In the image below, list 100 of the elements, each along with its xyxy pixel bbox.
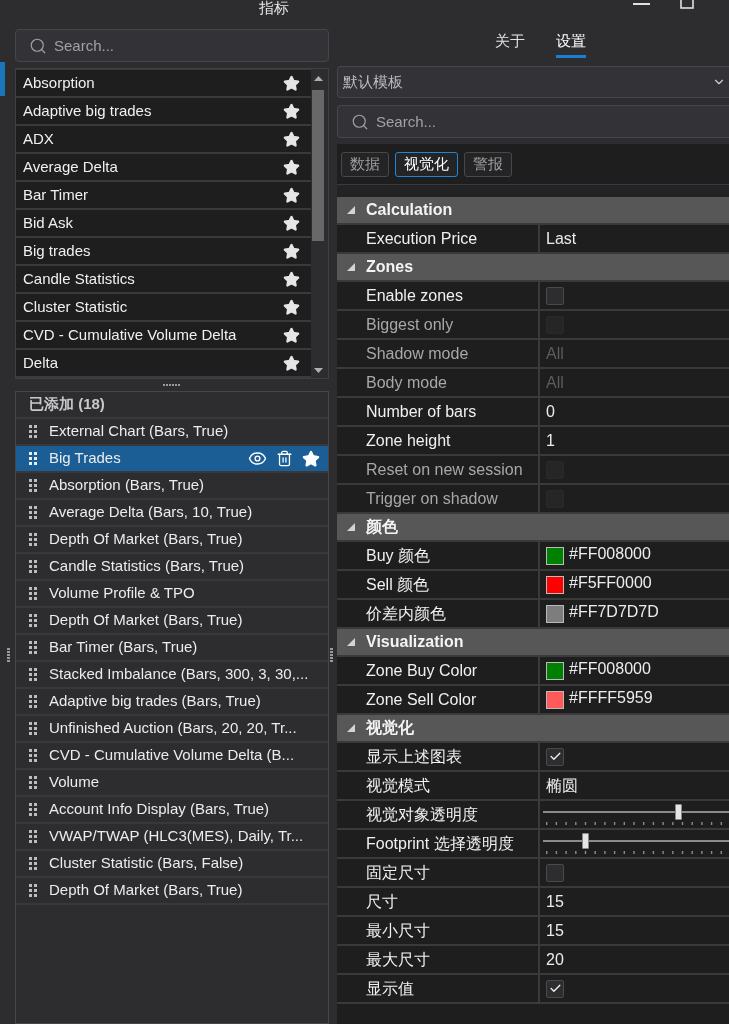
star-icon[interactable]	[283, 130, 300, 148]
category-header[interactable]: 视觉化	[337, 715, 729, 743]
search-field[interactable]: Search...	[15, 29, 329, 62]
category-header[interactable]: Visualization	[337, 629, 729, 657]
property-label: Execution Price	[366, 228, 478, 249]
splitter-grip-icon[interactable]	[7, 648, 10, 664]
drag-handle-icon[interactable]	[29, 722, 37, 735]
indicator-list-item[interactable]: Big trades	[16, 238, 311, 264]
search-field[interactable]: Search...	[337, 105, 729, 138]
drag-handle-icon[interactable]	[29, 695, 37, 708]
drag-handle-icon[interactable]	[29, 614, 37, 627]
indicator-list-item[interactable]: Adaptive big trades	[16, 98, 311, 124]
drag-handle-icon[interactable]	[29, 587, 37, 600]
property-label: Sell 颜色	[366, 574, 430, 595]
indicator-name: External Chart (Bars, True)	[49, 421, 229, 442]
color-value: #FF008000	[569, 659, 651, 679]
property-label: Zone height	[366, 430, 451, 451]
drag-handle-icon[interactable]	[29, 803, 37, 816]
property-value[interactable]: 0	[546, 399, 555, 424]
scrollbar-track[interactable]	[311, 69, 328, 378]
property-value[interactable]: 15	[546, 918, 564, 943]
scrollbar-thumb[interactable]	[312, 90, 324, 241]
property-value[interactable]: 1	[546, 428, 555, 453]
color-swatch-icon[interactable]	[546, 604, 564, 623]
star-icon[interactable]	[283, 270, 300, 288]
drag-handle-icon[interactable]	[29, 479, 37, 492]
expanded-triangle-icon[interactable]	[347, 206, 355, 214]
indicator-list-item[interactable]: CVD - Cumulative Volume Delta	[16, 322, 311, 348]
scroll-down-icon[interactable]	[314, 368, 323, 373]
checkbox[interactable]	[546, 979, 564, 998]
color-swatch-icon[interactable]	[546, 546, 564, 565]
color-swatch-icon[interactable]	[546, 575, 564, 594]
expanded-triangle-icon[interactable]	[347, 724, 355, 732]
property-value[interactable]: Last	[546, 226, 577, 251]
property-value[interactable]: 椭圆	[546, 773, 578, 798]
trash-icon[interactable]	[276, 450, 293, 467]
expanded-triangle-icon[interactable]	[347, 523, 355, 531]
drag-handle-icon[interactable]	[29, 560, 37, 573]
indicator-list-item[interactable]: ADX	[16, 126, 311, 152]
star-icon[interactable]	[283, 298, 300, 316]
drag-handle-icon[interactable]	[29, 641, 37, 654]
drag-handle-icon[interactable]	[29, 830, 37, 843]
expanded-triangle-icon[interactable]	[347, 263, 355, 271]
added-indicator-item[interactable]: Big Trades	[16, 446, 328, 473]
indicator-name: Bar Timer (Bars, True)	[49, 637, 198, 658]
property-value[interactable]: 20	[546, 947, 564, 972]
indicator-list-item[interactable]: Bar Timer	[16, 182, 311, 208]
indicator-name: Unfinished Auction (Bars, 20, 20, Tr...	[49, 718, 297, 739]
slider-thumb[interactable]	[582, 833, 590, 849]
maximize-icon[interactable]	[680, 0, 694, 9]
slider-track[interactable]	[543, 833, 729, 849]
category-title: Zones	[366, 257, 414, 277]
color-swatch-icon[interactable]	[546, 661, 564, 680]
slider-track[interactable]	[543, 804, 729, 820]
star-icon[interactable]	[283, 354, 300, 372]
expanded-triangle-icon[interactable]	[347, 638, 355, 646]
category-header[interactable]: Calculation	[337, 197, 729, 225]
drag-handle-icon[interactable]	[29, 506, 37, 519]
star-icon[interactable]	[283, 242, 300, 260]
sub-tab[interactable]: 视觉化	[395, 152, 458, 177]
star-icon[interactable]	[283, 326, 300, 344]
indicator-list-item[interactable]: Average Delta	[16, 154, 311, 180]
color-swatch-icon[interactable]	[546, 690, 564, 709]
property-value[interactable]: 15	[546, 889, 564, 914]
indicator-list-item[interactable]: Absorption	[16, 70, 311, 96]
category-header[interactable]: 颜色	[337, 514, 729, 542]
drag-handle-icon[interactable]	[29, 533, 37, 546]
sub-tab[interactable]: 数据	[341, 152, 389, 177]
indicator-list-item[interactable]: Bid Ask	[16, 210, 311, 236]
checkbox[interactable]	[546, 286, 564, 305]
window-title: 指标	[259, 0, 289, 16]
property-label: Biggest only	[366, 314, 454, 335]
drag-handle-icon[interactable]	[29, 749, 37, 762]
slider-thumb[interactable]	[675, 804, 683, 820]
indicator-list-item[interactable]: Candle Statistics	[16, 266, 311, 292]
drag-handle-icon[interactable]	[29, 776, 37, 789]
checkbox[interactable]	[546, 747, 564, 766]
drag-handle-icon[interactable]	[29, 884, 37, 897]
star-icon[interactable]	[283, 186, 300, 204]
indicator-list-item[interactable]: Delta	[16, 350, 311, 376]
indicator-list-item[interactable]: Cluster Statistic	[16, 294, 311, 320]
checkbox[interactable]	[546, 863, 564, 882]
category-header[interactable]: Zones	[337, 254, 729, 282]
scroll-up-icon[interactable]	[314, 76, 323, 81]
drag-handle-icon[interactable]	[29, 857, 37, 870]
sub-tab[interactable]: 警报	[464, 152, 512, 177]
drag-handle-icon[interactable]	[29, 452, 37, 465]
drag-handle-icon[interactable]	[29, 425, 37, 438]
star-icon[interactable]	[283, 158, 300, 176]
star-icon[interactable]	[283, 102, 300, 120]
splitter-grip-icon[interactable]	[330, 648, 333, 664]
tab[interactable]: 关于	[495, 24, 525, 58]
star-icon[interactable]	[283, 214, 300, 232]
template-dropdown[interactable]: 默认模板	[337, 66, 729, 98]
property-label: 最小尺寸	[366, 920, 430, 941]
drag-handle-icon[interactable]	[29, 668, 37, 681]
tab[interactable]: 设置	[556, 24, 586, 58]
eye-icon[interactable]	[248, 449, 267, 468]
star-icon[interactable]	[283, 74, 300, 92]
property-label: Enable zones	[366, 285, 463, 306]
